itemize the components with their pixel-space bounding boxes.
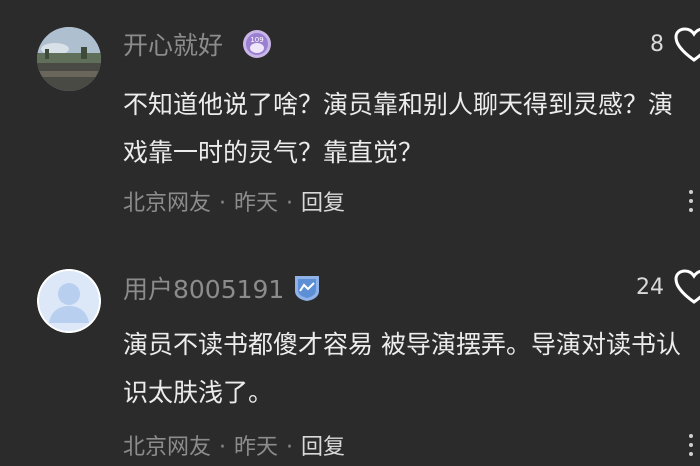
more-options-icon[interactable] xyxy=(688,190,694,216)
svg-text:109: 109 xyxy=(250,36,263,44)
time-label: 昨天 xyxy=(234,435,279,460)
heart-icon[interactable] xyxy=(674,27,700,63)
separator: · xyxy=(219,191,227,216)
default-user-icon xyxy=(37,269,101,333)
comment-meta: 北京网友 · 昨天 · 回复 xyxy=(123,185,345,217)
time-label: 昨天 xyxy=(234,191,279,216)
separator: · xyxy=(219,435,227,460)
username[interactable]: 用户8005191 xyxy=(123,270,284,306)
heart-icon[interactable] xyxy=(674,269,700,305)
comment-meta: 北京网友 · 昨天 · 回复 xyxy=(123,429,345,461)
location-label: 北京网友 xyxy=(123,435,212,460)
avatar[interactable] xyxy=(37,27,101,91)
location-label: 北京网友 xyxy=(123,191,212,216)
reply-button[interactable]: 回复 xyxy=(301,435,345,460)
like-count: 8 xyxy=(650,32,664,57)
username[interactable]: 开心就好 xyxy=(123,26,223,62)
separator: · xyxy=(286,435,294,460)
landscape-photo-icon xyxy=(37,27,101,91)
more-options-icon[interactable] xyxy=(688,434,694,460)
separator: · xyxy=(286,191,294,216)
reply-button[interactable]: 回复 xyxy=(301,191,345,216)
comment-text: 不知道他说了啥？演员靠和别人聊天得到灵感？演戏靠一时的灵气？靠直觉？ xyxy=(123,90,674,167)
comment-item: 用户8005191 24 演员不读书都傻才容易 被导演摆弄。导演对读书认识太肤浅… xyxy=(0,240,700,466)
comment-item: 开心就好 109 8 不知道他说了啥？演员靠和别人聊天得到灵感？演戏靠一时的灵气… xyxy=(0,0,700,240)
comment-list: 开心就好 109 8 不知道他说了啥？演员靠和别人聊天得到灵感？演戏靠一时的灵气… xyxy=(0,0,700,466)
avatar[interactable] xyxy=(37,269,101,333)
level-badge-icon: 109 xyxy=(242,29,272,59)
shield-badge-icon xyxy=(292,273,322,303)
comment-text: 演员不读书都傻才容易 被导演摆弄。导演对读书认识太肤浅了。 xyxy=(123,330,681,407)
like-count: 24 xyxy=(636,275,664,300)
